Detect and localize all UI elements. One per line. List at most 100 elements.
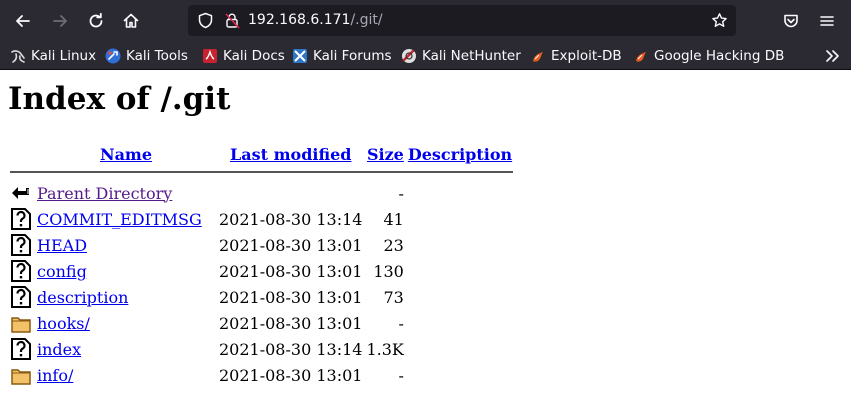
table-row: HEAD 2021-08-30 13:01 23 [10,233,513,257]
icon-cell [10,285,34,309]
hamburger-menu-icon [820,16,834,26]
bookmark-label: Google Hacking DB [654,48,785,64]
folder-link-info[interactable]: info/ [37,366,73,385]
name-cell: index [36,337,216,361]
address-bar[interactable]: 192.168.6.171/.git/ [188,5,736,36]
size-cell: - [398,365,404,385]
chevron-double-right-icon[interactable] [823,47,841,65]
bookmark-label: Kali Tools [126,48,188,64]
page-content: Index of /.git Name Last modified Size D… [0,71,851,400]
bookmark-kali-linux[interactable]: Kali Linux [10,42,96,70]
description-column-header: Description [407,143,513,165]
modified-cell: 2021-08-30 13:01 [219,365,363,385]
name-cell: HEAD [36,233,216,257]
file-link-index[interactable]: index [37,340,81,359]
bookmark-star-icon[interactable] [711,12,728,29]
sort-by-last-modified-link[interactable]: Last modified [230,145,351,164]
bookmark-google-hacking-db[interactable]: Google Hacking DB [633,42,784,70]
size-cell: 1.3K [366,339,404,359]
bookmark-label: Kali NetHunter [422,48,521,64]
file-link-commit-editmsg[interactable]: COMMIT_EDITMSG [37,210,202,229]
description-cell [407,311,513,335]
kali-nethunter-icon [402,49,416,63]
url-host: 192.168.6.171 [248,12,351,28]
size-column-header: Size [365,143,404,165]
back-button[interactable] [8,6,38,36]
last-modified-column-header: Last modified [218,143,363,165]
name-cell: hooks/ [36,311,216,335]
icon-cell [10,259,34,283]
name-cell: info/ [36,363,216,387]
icon-cell [10,363,34,387]
menu-button[interactable] [812,6,842,36]
name-cell: Parent Directory [36,181,216,205]
modified-cell [218,181,363,205]
icon-cell [10,181,34,205]
table-row: config 2021-08-30 13:01 130 [10,259,513,283]
separator-row [10,167,514,179]
name-cell: config [36,259,216,283]
size-cell: 41 [383,209,404,229]
sort-by-name-link[interactable]: Name [100,145,152,164]
table-row: hooks/ 2021-08-30 13:01 - [10,311,513,335]
tracking-shield-icon[interactable] [197,12,214,29]
unknown-file-icon [11,338,31,360]
description-cell [407,259,513,283]
url-text[interactable]: 192.168.6.171/.git/ [248,5,383,36]
file-link-config[interactable]: config [37,262,87,281]
reload-button[interactable] [81,6,111,36]
home-button[interactable] [116,6,146,36]
forward-arrow-icon [53,15,67,27]
forward-button[interactable] [45,6,75,36]
description-cell [407,181,513,205]
bookmark-kali-docs[interactable]: Kali Docs [202,42,285,70]
bookmark-label: Kali Forums [313,48,392,64]
modified-cell: 2021-08-30 13:01 [219,235,363,255]
pocket-button[interactable] [776,6,806,36]
table-row: COMMIT_EDITMSG 2021-08-30 13:14 41 [10,207,513,231]
description-cell [407,363,513,387]
bookmark-exploit-db[interactable]: Exploit-DB [530,42,622,70]
home-icon [123,13,139,28]
parent-directory-link[interactable]: Parent Directory [37,184,172,203]
name-column-header: Name [36,143,216,165]
browser-toolbar: 192.168.6.171/.git/ [0,0,851,42]
bookmark-kali-nethunter[interactable]: Kali NetHunter [401,42,521,70]
description-cell [407,233,513,257]
bookmark-kali-forums[interactable]: Kali Forums [292,42,392,70]
url-path: /.git/ [350,12,383,28]
sort-by-size-link[interactable]: Size [367,145,404,164]
sort-by-description-link[interactable]: Description [408,145,512,164]
name-cell: COMMIT_EDITMSG [36,207,216,231]
page-title: Index of /.git [8,81,231,117]
icon-column-header [10,143,34,165]
kali-docs-icon [203,49,217,63]
kali-dragon-icon [11,50,25,63]
size-cell: 130 [373,261,404,281]
kali-forums-icon [293,49,307,63]
icon-cell [10,233,34,257]
reload-icon [89,12,103,28]
folder-link-hooks[interactable]: hooks/ [37,314,90,333]
file-link-head[interactable]: HEAD [37,236,87,255]
unknown-file-icon [11,260,31,282]
table-row: Parent Directory - [10,181,513,205]
pocket-icon [784,14,798,28]
kali-tools-icon [105,48,121,64]
unknown-file-icon [11,208,31,230]
insecure-lock-icon[interactable] [224,12,241,29]
bookmark-label: Kali Docs [223,48,285,64]
bookmark-kali-tools[interactable]: Kali Tools [105,42,188,70]
modified-cell: 2021-08-30 13:01 [219,261,363,281]
header-row: Name Last modified Size Description [10,143,513,165]
file-link-description[interactable]: description [37,288,128,307]
icon-cell [10,337,34,361]
description-cell [407,285,513,309]
icon-cell [10,311,34,335]
exploit-db-icon [533,52,543,62]
bookmark-label: Kali Linux [31,48,97,64]
folder-icon [11,369,31,385]
bookmark-label: Exploit-DB [551,48,622,64]
folder-icon [11,317,31,333]
modified-cell: 2021-08-30 13:14 [219,339,363,359]
